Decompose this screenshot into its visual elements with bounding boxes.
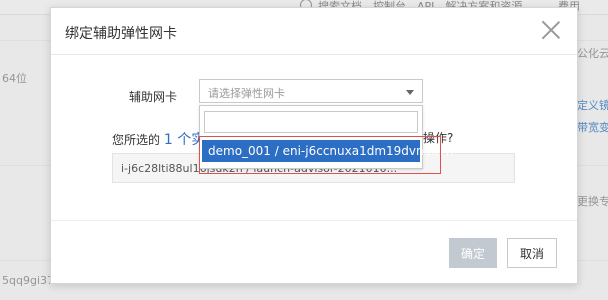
footer-divider xyxy=(51,220,577,221)
eni-select[interactable]: 请选择弹性网卡 xyxy=(199,79,423,103)
selected-instances-text: 您所选的 1 个实 xyxy=(112,129,205,149)
chevron-down-icon xyxy=(406,90,414,95)
confirm-button[interactable]: 确定 xyxy=(449,238,497,268)
selected-prefix: 您所选的 xyxy=(112,133,161,147)
eni-field-label: 辅助网卡 xyxy=(129,90,178,104)
cancel-button[interactable]: 取消 xyxy=(507,238,557,268)
highlight-box xyxy=(199,136,441,174)
close-icon[interactable] xyxy=(541,20,561,40)
dropdown-search-input[interactable] xyxy=(204,111,418,133)
bind-eni-dialog: 绑定辅助弹性网卡 辅助网卡 请选择弹性网卡 您所选的 1 个实 操作? i-j6… xyxy=(50,7,578,284)
dialog-title: 绑定辅助弹性网卡 xyxy=(65,26,177,42)
eni-select-placeholder: 请选择弹性网卡 xyxy=(208,87,285,100)
dialog-header: 绑定辅助弹性网卡 xyxy=(51,8,577,55)
